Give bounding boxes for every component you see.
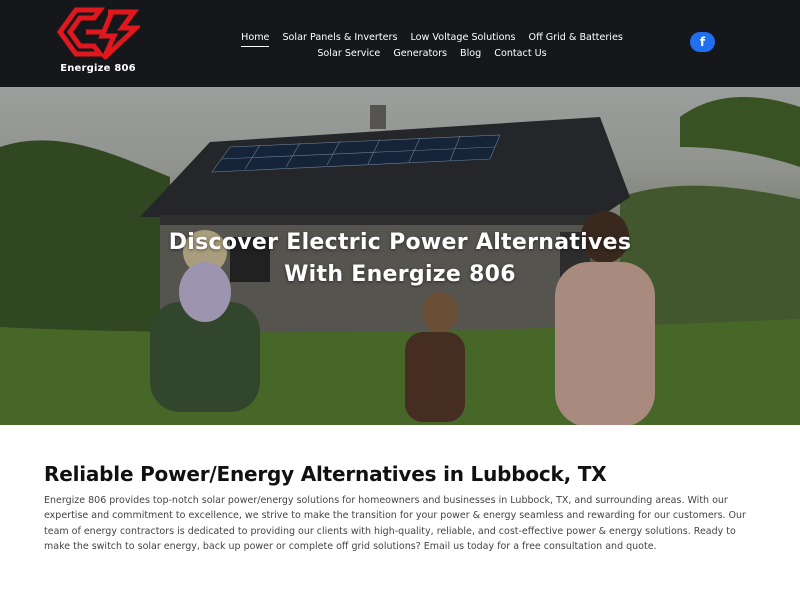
nav-item-contact-us[interactable]: Contact Us <box>494 46 546 62</box>
nav-row-1: Home Solar Panels & Inverters Low Voltag… <box>230 30 634 47</box>
main-navigation: Home Solar Panels & Inverters Low Voltag… <box>230 30 634 62</box>
nav-row-2: Solar Service Generators Blog Contact Us <box>230 46 634 62</box>
site-header: Energize 806 Home Solar Panels & Inverte… <box>0 0 800 87</box>
hero-title-line-2: With Energize 806 <box>284 262 516 287</box>
intro-paragraph: Energize 806 provides top-notch solar po… <box>44 495 746 553</box>
hero-title-line-1: Discover Electric Power Alternatives <box>168 230 632 255</box>
nav-item-generators[interactable]: Generators <box>393 46 447 62</box>
nav-item-solar-panels-inverters[interactable]: Solar Panels & Inverters <box>282 30 397 46</box>
nav-item-solar-service[interactable]: Solar Service <box>317 46 380 62</box>
hero-title: Discover Electric Power Alternatives Wit… <box>0 227 800 291</box>
facebook-button[interactable]: f <box>690 32 715 52</box>
intro-section: Reliable Power/Energy Alternatives in Lu… <box>44 460 756 555</box>
brand-logo[interactable]: Energize 806 <box>56 6 140 78</box>
nav-item-off-grid-batteries[interactable]: Off Grid & Batteries <box>529 30 623 46</box>
energize-logo-icon <box>56 7 140 60</box>
section-heading: Reliable Power/Energy Alternatives in Lu… <box>44 462 607 486</box>
facebook-icon: f <box>699 35 706 49</box>
brand-name: Energize 806 <box>60 63 136 74</box>
nav-item-blog[interactable]: Blog <box>460 46 481 62</box>
hero-banner: Discover Electric Power Alternatives Wit… <box>0 87 800 425</box>
nav-item-low-voltage-solutions[interactable]: Low Voltage Solutions <box>410 30 515 46</box>
nav-item-home[interactable]: Home <box>241 30 270 47</box>
